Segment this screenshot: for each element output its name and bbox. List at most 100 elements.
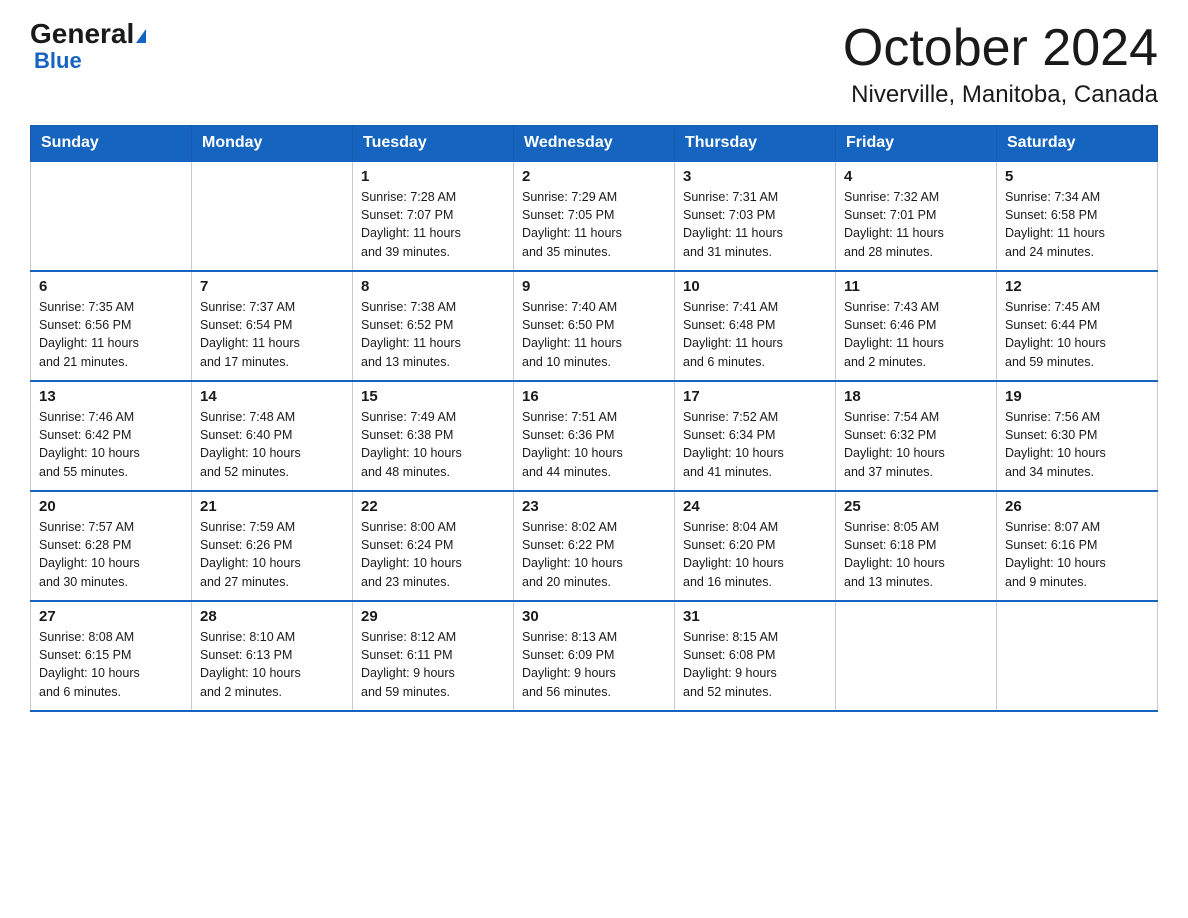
- day-number: 25: [844, 498, 988, 515]
- calendar-cell: 26 Sunrise: 8:07 AMSunset: 6:16 PMDayligh…: [997, 491, 1158, 601]
- calendar-cell: 30 Sunrise: 8:13 AMSunset: 6:09 PMDayligh…: [514, 601, 675, 711]
- day-number: 1: [361, 168, 505, 185]
- day-number: 28: [200, 608, 344, 625]
- day-info: Sunrise: 8:12 AMSunset: 6:11 PMDaylight:…: [361, 628, 505, 701]
- location-title: Niverville, Manitoba, Canada: [843, 81, 1158, 109]
- col-friday: Friday: [836, 126, 997, 162]
- col-monday: Monday: [192, 126, 353, 162]
- day-number: 24: [683, 498, 827, 515]
- day-number: 3: [683, 168, 827, 185]
- calendar-cell: 8Sunrise: 7:38 AMSunset: 6:52 PMDaylight…: [353, 271, 514, 381]
- calendar-cell: 11 Sunrise: 7:43 AMSunset: 6:46 PMDayligh…: [836, 271, 997, 381]
- week-row-3: 13Sunrise: 7:46 AMSunset: 6:42 PMDayligh…: [31, 381, 1158, 491]
- calendar-cell: [836, 601, 997, 711]
- day-number: 20: [39, 498, 183, 515]
- day-info: Sunrise: 7:31 AMSunset: 7:03 PMDaylight:…: [683, 188, 827, 261]
- day-info: Sunrise: 7:35 AMSunset: 6:56 PMDaylight:…: [39, 298, 183, 371]
- day-number: 12: [1005, 278, 1149, 295]
- day-number: 23: [522, 498, 666, 515]
- day-info: Sunrise: 8:05 AMSunset: 6:18 PMDaylight:…: [844, 518, 988, 591]
- col-tuesday: Tuesday: [353, 126, 514, 162]
- calendar-cell: 31 Sunrise: 8:15 AMSunset: 6:08 PMDayligh…: [675, 601, 836, 711]
- day-number: 4: [844, 168, 988, 185]
- calendar-cell: 2 Sunrise: 7:29 AMSunset: 7:05 PMDaylight…: [514, 161, 675, 271]
- calendar-cell: 29 Sunrise: 8:12 AMSunset: 6:11 PMDayligh…: [353, 601, 514, 711]
- day-info: Sunrise: 7:51 AMSunset: 6:36 PMDaylight:…: [522, 408, 666, 481]
- day-info: Sunrise: 8:02 AMSunset: 6:22 PMDaylight:…: [522, 518, 666, 591]
- day-info: Sunrise: 7:49 AMSunset: 6:38 PMDaylight:…: [361, 408, 505, 481]
- day-info: Sunrise: 8:10 AMSunset: 6:13 PMDaylight:…: [200, 628, 344, 701]
- day-number: 21: [200, 498, 344, 515]
- calendar-cell: 13Sunrise: 7:46 AMSunset: 6:42 PMDayligh…: [31, 381, 192, 491]
- day-info: Sunrise: 8:15 AMSunset: 6:08 PMDaylight:…: [683, 628, 827, 701]
- day-number: 27: [39, 608, 183, 625]
- logo-general: General: [30, 18, 134, 49]
- day-number: 7: [200, 278, 344, 295]
- calendar-cell: 19Sunrise: 7:56 AMSunset: 6:30 PMDayligh…: [997, 381, 1158, 491]
- month-title: October 2024: [843, 20, 1158, 77]
- calendar-cell: 28 Sunrise: 8:10 AMSunset: 6:13 PMDayligh…: [192, 601, 353, 711]
- day-info: Sunrise: 7:59 AMSunset: 6:26 PMDaylight:…: [200, 518, 344, 591]
- logo-text: General: [30, 20, 146, 48]
- calendar-cell: 22Sunrise: 8:00 AMSunset: 6:24 PMDayligh…: [353, 491, 514, 601]
- day-info: Sunrise: 7:37 AMSunset: 6:54 PMDaylight:…: [200, 298, 344, 371]
- day-info: Sunrise: 7:32 AMSunset: 7:01 PMDaylight:…: [844, 188, 988, 261]
- day-info: Sunrise: 7:48 AMSunset: 6:40 PMDaylight:…: [200, 408, 344, 481]
- day-info: Sunrise: 8:04 AMSunset: 6:20 PMDaylight:…: [683, 518, 827, 591]
- day-info: Sunrise: 7:45 AMSunset: 6:44 PMDaylight:…: [1005, 298, 1149, 371]
- day-number: 11: [844, 278, 988, 295]
- day-info: Sunrise: 7:43 AMSunset: 6:46 PMDaylight:…: [844, 298, 988, 371]
- calendar-cell: [192, 161, 353, 271]
- day-info: Sunrise: 7:46 AMSunset: 6:42 PMDaylight:…: [39, 408, 183, 481]
- calendar-cell: 14 Sunrise: 7:48 AMSunset: 6:40 PMDayligh…: [192, 381, 353, 491]
- calendar-cell: 16 Sunrise: 7:51 AMSunset: 6:36 PMDayligh…: [514, 381, 675, 491]
- title-area: October 2024 Niverville, Manitoba, Canad…: [843, 20, 1158, 109]
- calendar-cell: 18 Sunrise: 7:54 AMSunset: 6:32 PMDayligh…: [836, 381, 997, 491]
- day-number: 15: [361, 388, 505, 405]
- calendar-cell: 4 Sunrise: 7:32 AMSunset: 7:01 PMDaylight…: [836, 161, 997, 271]
- day-number: 29: [361, 608, 505, 625]
- header-area: General Blue October 2024 Niverville, Ma…: [30, 20, 1158, 109]
- day-number: 6: [39, 278, 183, 295]
- day-info: Sunrise: 7:54 AMSunset: 6:32 PMDaylight:…: [844, 408, 988, 481]
- day-info: Sunrise: 7:29 AMSunset: 7:05 PMDaylight:…: [522, 188, 666, 261]
- day-info: Sunrise: 7:28 AMSunset: 7:07 PMDaylight:…: [361, 188, 505, 261]
- day-number: 18: [844, 388, 988, 405]
- calendar-cell: 15 Sunrise: 7:49 AMSunset: 6:38 PMDayligh…: [353, 381, 514, 491]
- calendar-cell: 12 Sunrise: 7:45 AMSunset: 6:44 PMDayligh…: [997, 271, 1158, 381]
- calendar-cell: 3 Sunrise: 7:31 AMSunset: 7:03 PMDaylight…: [675, 161, 836, 271]
- calendar-cell: 7 Sunrise: 7:37 AMSunset: 6:54 PMDaylight…: [192, 271, 353, 381]
- day-number: 16: [522, 388, 666, 405]
- calendar-cell: 24 Sunrise: 8:04 AMSunset: 6:20 PMDayligh…: [675, 491, 836, 601]
- day-number: 2: [522, 168, 666, 185]
- day-info: Sunrise: 8:13 AMSunset: 6:09 PMDaylight:…: [522, 628, 666, 701]
- calendar-cell: 27 Sunrise: 8:08 AMSunset: 6:15 PMDayligh…: [31, 601, 192, 711]
- col-saturday: Saturday: [997, 126, 1158, 162]
- calendar-cell: 6 Sunrise: 7:35 AMSunset: 6:56 PMDaylight…: [31, 271, 192, 381]
- day-info: Sunrise: 7:40 AMSunset: 6:50 PMDaylight:…: [522, 298, 666, 371]
- week-row-2: 6 Sunrise: 7:35 AMSunset: 6:56 PMDaylight…: [31, 271, 1158, 381]
- calendar-cell: 23 Sunrise: 8:02 AMSunset: 6:22 PMDayligh…: [514, 491, 675, 601]
- day-info: Sunrise: 8:07 AMSunset: 6:16 PMDaylight:…: [1005, 518, 1149, 591]
- week-row-1: 1 Sunrise: 7:28 AMSunset: 7:07 PMDaylight…: [31, 161, 1158, 271]
- calendar-header-row: Sunday Monday Tuesday Wednesday Thursday…: [31, 126, 1158, 162]
- day-number: 22: [361, 498, 505, 515]
- day-number: 31: [683, 608, 827, 625]
- calendar-cell: 17Sunrise: 7:52 AMSunset: 6:34 PMDayligh…: [675, 381, 836, 491]
- day-number: 5: [1005, 168, 1149, 185]
- day-number: 30: [522, 608, 666, 625]
- calendar-cell: 20 Sunrise: 7:57 AMSunset: 6:28 PMDayligh…: [31, 491, 192, 601]
- day-number: 10: [683, 278, 827, 295]
- day-info: Sunrise: 7:38 AMSunset: 6:52 PMDaylight:…: [361, 298, 505, 371]
- day-info: Sunrise: 8:08 AMSunset: 6:15 PMDaylight:…: [39, 628, 183, 701]
- day-number: 14: [200, 388, 344, 405]
- calendar-cell: 9Sunrise: 7:40 AMSunset: 6:50 PMDaylight…: [514, 271, 675, 381]
- col-sunday: Sunday: [31, 126, 192, 162]
- day-info: Sunrise: 7:57 AMSunset: 6:28 PMDaylight:…: [39, 518, 183, 591]
- calendar-cell: 21 Sunrise: 7:59 AMSunset: 6:26 PMDayligh…: [192, 491, 353, 601]
- week-row-5: 27 Sunrise: 8:08 AMSunset: 6:15 PMDayligh…: [31, 601, 1158, 711]
- calendar-cell: [997, 601, 1158, 711]
- day-info: Sunrise: 7:41 AMSunset: 6:48 PMDaylight:…: [683, 298, 827, 371]
- logo-triangle-icon: [136, 29, 146, 43]
- day-number: 26: [1005, 498, 1149, 515]
